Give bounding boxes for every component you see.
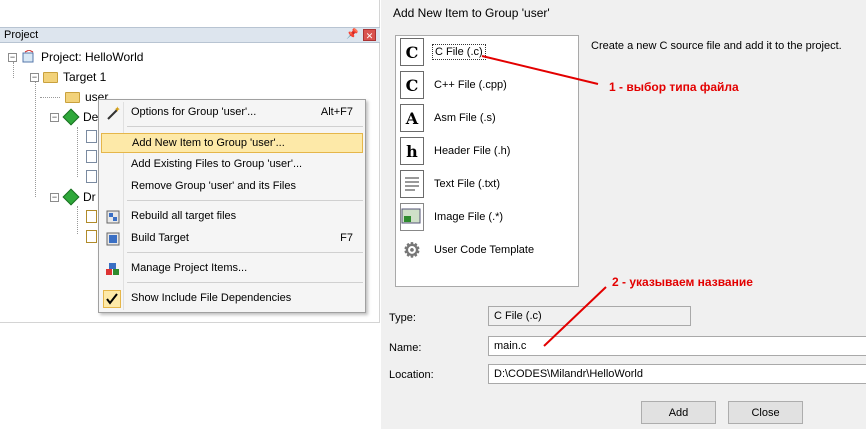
arrow-line-step2 — [543, 286, 607, 347]
annotation-arrows — [481, 55, 607, 347]
annotation-step1: 1 - выбор типа файла — [609, 80, 739, 94]
arrow-line-step1 — [481, 55, 599, 85]
annotation-step2: 2 - указываем название — [612, 275, 753, 289]
